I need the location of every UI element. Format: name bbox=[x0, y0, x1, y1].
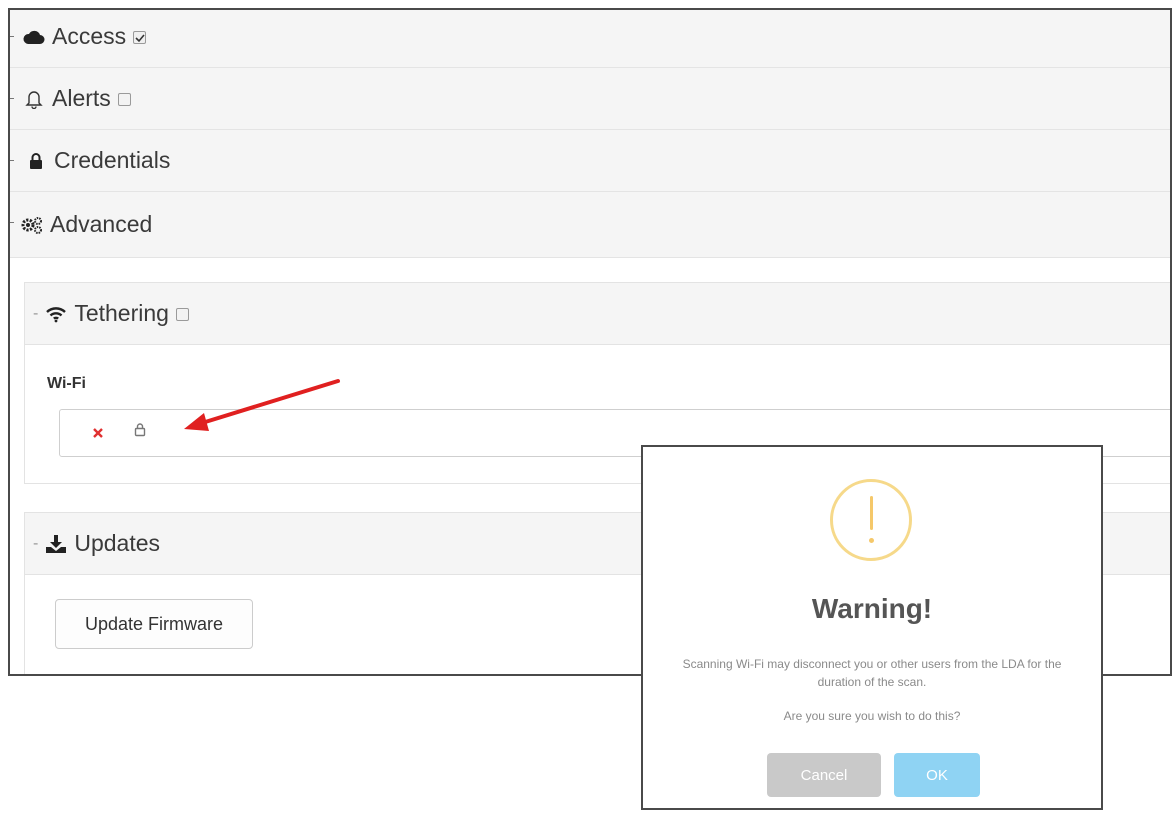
warning-icon-bar bbox=[870, 496, 873, 530]
dialog-message: Scanning Wi-Fi may disconnect you or oth… bbox=[682, 657, 1062, 689]
dialog-question: Are you sure you wish to do this? bbox=[783, 709, 961, 723]
dialog-title: Warning! bbox=[811, 593, 933, 624]
warning-icon bbox=[830, 479, 912, 561]
warning-dialog: Warning! Scanning Wi-Fi may disconnect y… bbox=[641, 445, 1103, 810]
ok-button[interactable]: OK bbox=[894, 753, 980, 797]
warning-icon-dot bbox=[869, 538, 874, 543]
cancel-button[interactable]: Cancel bbox=[767, 753, 881, 797]
